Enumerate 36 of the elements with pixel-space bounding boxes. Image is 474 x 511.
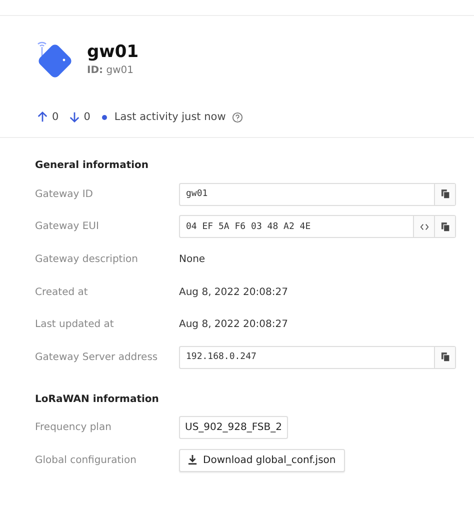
uplink-count: 0: [52, 111, 59, 123]
field-label: Frequency plan: [35, 422, 112, 434]
downlink-count: 0: [84, 111, 90, 123]
gateway-id: gw01: [106, 65, 134, 76]
id-label: ID:: [87, 65, 104, 76]
copy-icon: [440, 352, 450, 362]
field-label: Global configuration: [35, 454, 138, 466]
copy-button[interactable]: [434, 184, 455, 205]
copy-icon: [440, 222, 450, 232]
field-value: None: [179, 254, 206, 265]
field-label: Gateway EUI: [35, 221, 100, 232]
section-heading: LoRaWAN information: [35, 394, 160, 407]
copy-button[interactable]: [434, 216, 455, 238]
arrow-down-icon: [68, 111, 80, 123]
field-value: Aug 8, 2022 20:08:27: [179, 286, 288, 298]
field-label: Last updated at: [35, 319, 115, 330]
code-icon: [420, 222, 428, 231]
arrow-up-icon: [37, 111, 48, 123]
gateway-name: gw01: [87, 42, 139, 62]
frequency-plan-tag: US_902_928_FSB_2: [179, 416, 288, 440]
copy-icon: [440, 189, 450, 200]
byte-format-toggle[interactable]: [413, 216, 434, 238]
copy-button[interactable]: [434, 346, 455, 368]
field-label: Gateway ID: [35, 188, 94, 200]
download-icon: [188, 455, 197, 466]
last-activity: Last activity just now: [114, 111, 226, 123]
download-button[interactable]: Download global_conf.json: [179, 448, 345, 472]
field-label: Gateway Server address: [35, 352, 159, 363]
read-only-field[interactable]: gw01: [179, 182, 456, 206]
field-value: Aug 8, 2022 20:08:27: [179, 319, 288, 330]
help-icon[interactable]: [232, 112, 243, 122]
field-label: Gateway description: [35, 254, 139, 265]
read-only-field[interactable]: 192.168.0.247: [179, 346, 456, 369]
field-label: Created at: [35, 286, 89, 298]
section-heading: General information: [35, 160, 150, 173]
read-only-field[interactable]: 04 EF 5A F6 03 48 A2 4E: [179, 215, 456, 238]
